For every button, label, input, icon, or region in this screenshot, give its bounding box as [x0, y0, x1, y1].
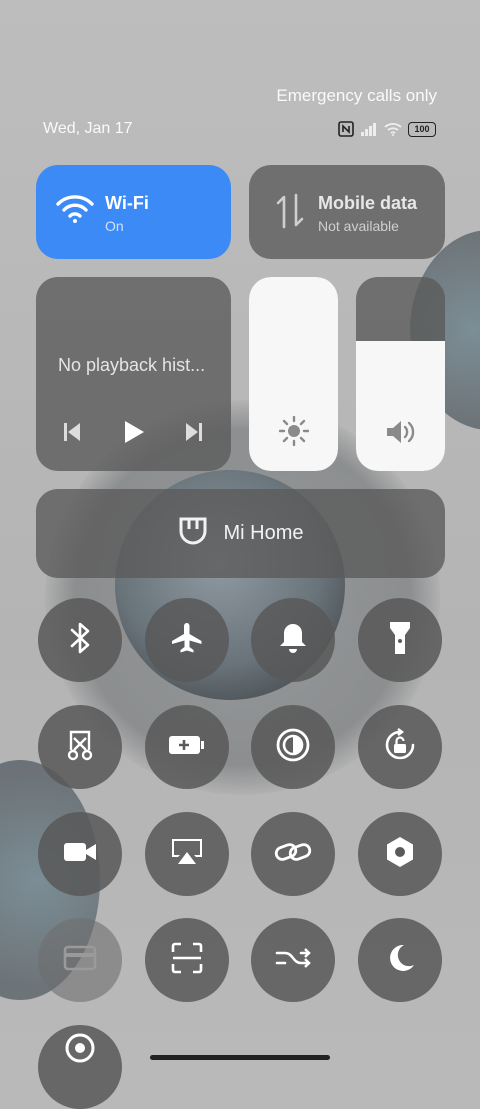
settings-toggle[interactable]	[358, 812, 442, 896]
battery-icon: 100	[408, 121, 436, 137]
location-icon	[64, 1032, 96, 1069]
airplane-toggle[interactable]	[145, 598, 229, 682]
bell-icon	[278, 622, 308, 659]
flashlight-toggle[interactable]	[358, 598, 442, 682]
location-toggle[interactable]	[38, 1025, 122, 1109]
cast-icon	[170, 837, 204, 872]
scan-icon	[171, 942, 203, 979]
moon-icon	[384, 942, 416, 979]
settings-icon	[384, 835, 416, 874]
battery-saver-icon	[168, 734, 206, 761]
wifi-subtitle: On	[105, 218, 124, 234]
wifi-icon	[384, 122, 402, 136]
link-icon	[274, 837, 312, 872]
screenshot-toggle[interactable]	[38, 705, 122, 789]
scan-toggle[interactable]	[145, 918, 229, 1002]
link-toggle[interactable]	[251, 812, 335, 896]
mobile-data-subtitle: Not available	[318, 218, 399, 234]
previous-icon[interactable]	[62, 421, 82, 448]
swap-toggle[interactable]	[251, 918, 335, 1002]
home-indicator[interactable]	[150, 1055, 330, 1060]
mi-home-label: Mi Home	[223, 522, 304, 544]
status-icons: 100	[338, 121, 436, 137]
wifi-title: Wi-Fi	[105, 193, 149, 213]
bluetooth-icon	[68, 621, 92, 660]
sound-toggle[interactable]	[251, 598, 335, 682]
card-icon	[63, 945, 97, 976]
volume-slider[interactable]	[356, 277, 445, 471]
mobile-data-tile[interactable]: Mobile data Not available	[249, 165, 445, 259]
rotation-lock-toggle[interactable]	[358, 705, 442, 789]
brightness-slider[interactable]	[249, 277, 338, 471]
bluetooth-toggle[interactable]	[38, 598, 122, 682]
card-toggle[interactable]	[38, 918, 122, 1002]
cast-toggle[interactable]	[145, 812, 229, 896]
airplane-icon	[170, 621, 204, 660]
next-icon[interactable]	[184, 421, 204, 448]
do-not-disturb-toggle[interactable]	[358, 918, 442, 1002]
dark-mode-toggle[interactable]	[251, 705, 335, 789]
screen-record-icon	[62, 840, 98, 869]
rotation-lock-icon	[382, 727, 418, 768]
media-status: No playback hist...	[58, 355, 206, 375]
date: Wed, Jan 17	[43, 120, 133, 137]
wifi-icon	[56, 193, 94, 228]
swap-icon	[275, 945, 311, 976]
mobile-data-icon	[275, 193, 305, 234]
carrier-status: Emergency calls only	[276, 86, 437, 105]
media-player-tile[interactable]: No playback hist...	[36, 277, 231, 471]
wifi-tile[interactable]: Wi-Fi On	[36, 165, 231, 259]
volume-icon	[385, 418, 417, 451]
battery-saver-toggle[interactable]	[145, 705, 229, 789]
signal-icon	[360, 122, 378, 136]
screenshot-icon	[65, 728, 95, 767]
mi-home-icon	[177, 515, 209, 553]
screen-record-toggle[interactable]	[38, 812, 122, 896]
play-icon[interactable]	[122, 419, 146, 450]
dark-mode-icon	[276, 728, 310, 767]
brightness-icon	[278, 415, 309, 451]
nfc-icon	[338, 121, 354, 137]
flashlight-icon	[388, 620, 412, 661]
mi-home-tile[interactable]: Mi Home	[36, 489, 445, 578]
mobile-data-title: Mobile data	[318, 193, 418, 213]
